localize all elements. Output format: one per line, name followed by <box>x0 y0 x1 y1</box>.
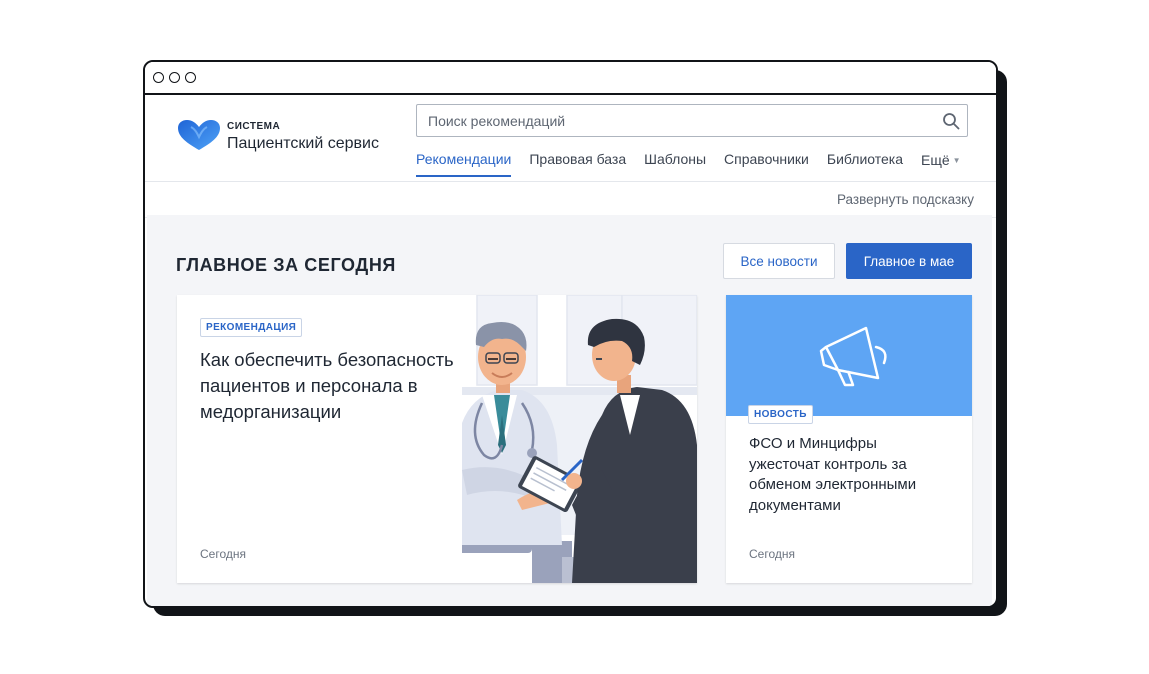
card-date: Сегодня <box>200 547 246 561</box>
nav-item-library[interactable]: Библиотека <box>827 151 903 177</box>
nav-item-templates[interactable]: Шаблоны <box>644 151 706 177</box>
card-title: ФСО и Минцифры ужесточат контроль за обм… <box>749 435 917 514</box>
expand-hint-link[interactable]: Развернуть подсказку <box>837 192 974 207</box>
recommendation-card[interactable]: РЕКОМЕНДАЦИЯ Как обеспечить безопасность… <box>177 295 697 583</box>
window-dot-icon[interactable] <box>185 72 196 83</box>
main-content: ГЛАВНОЕ ЗА СЕГОДНЯ Все новости Главное в… <box>147 215 992 606</box>
news-card-banner <box>726 295 972 416</box>
nav-more-label: Ещё <box>921 152 950 168</box>
search-icon[interactable] <box>942 112 960 130</box>
megaphone-icon <box>819 326 887 387</box>
all-news-button[interactable]: Все новости <box>723 243 835 279</box>
card-tag: НОВОСТЬ <box>748 405 813 424</box>
window-dot-icon[interactable] <box>153 72 164 83</box>
brand-system-label: СИСТЕМА <box>227 121 281 132</box>
main-in-may-button[interactable]: Главное в мае <box>846 243 972 279</box>
card-tag: РЕКОМЕНДАЦИЯ <box>200 318 303 337</box>
nav-item-legal-base[interactable]: Правовая база <box>529 151 626 177</box>
hint-bar: Развернуть подсказку <box>145 182 996 218</box>
brand-name[interactable]: Пациентский сервис <box>227 135 379 153</box>
window-titlebar <box>145 62 996 95</box>
card-date: Сегодня <box>749 547 795 561</box>
chevron-down-icon: ▼ <box>952 155 961 165</box>
search-input[interactable] <box>417 105 928 136</box>
nav-item-references[interactable]: Справочники <box>724 151 809 177</box>
heart-logo-icon[interactable] <box>177 119 221 151</box>
browser-window: СИСТЕМА Пациентский сервис Рекомендации … <box>143 60 998 608</box>
main-nav: Рекомендации Правовая база Шаблоны Справ… <box>416 151 961 177</box>
search-box <box>416 104 968 137</box>
window-dot-icon[interactable] <box>169 72 180 83</box>
card-title: Как обеспечить безопасность пациентов и … <box>200 349 454 422</box>
nav-item-recommendations[interactable]: Рекомендации <box>416 151 512 177</box>
site-header: СИСТЕМА Пациентский сервис Рекомендации … <box>145 95 996 182</box>
section-title: ГЛАВНОЕ ЗА СЕГОДНЯ <box>176 255 396 275</box>
doctor-illustration <box>462 295 697 583</box>
nav-item-more[interactable]: Ещё ▼ <box>921 151 961 177</box>
news-card[interactable]: НОВОСТЬ ФСО и Минцифры ужесточат контрол… <box>726 295 972 583</box>
